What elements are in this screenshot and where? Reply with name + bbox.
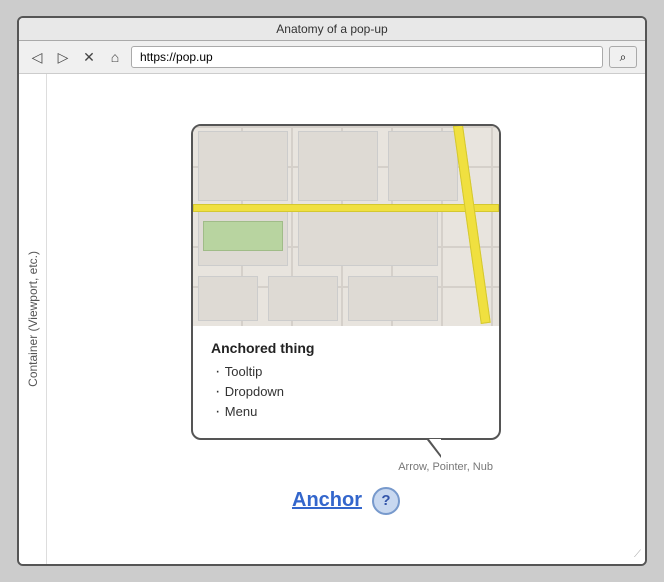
home-button[interactable]: ⌂ bbox=[105, 47, 125, 67]
map-block-1 bbox=[198, 131, 288, 201]
popup-arrow-area: Arrow, Pointer, Nub bbox=[191, 440, 501, 473]
map-block-2 bbox=[298, 131, 378, 201]
popup-box: Anchored thing Tooltip Dropdown Menu bbox=[191, 124, 501, 440]
search-button[interactable]: ⌕ bbox=[609, 46, 637, 68]
map-green-block bbox=[203, 221, 283, 251]
sidebar: Container (Viewport, etc.) bbox=[19, 74, 47, 564]
search-icon: ⌕ bbox=[620, 50, 627, 65]
resize-handle[interactable]: ⟋ bbox=[634, 549, 641, 560]
address-bar[interactable] bbox=[131, 46, 603, 68]
map-yellow-road-diagonal bbox=[453, 126, 491, 324]
map-block-8 bbox=[348, 276, 438, 321]
close-icon: ✕ bbox=[83, 49, 95, 66]
list-item: Tooltip bbox=[215, 362, 481, 382]
popup-content: Anchored thing Tooltip Dropdown Menu bbox=[193, 326, 499, 438]
content-area: Container (Viewport, etc.) bbox=[19, 74, 645, 564]
window-title: Anatomy of a pop-up bbox=[276, 22, 387, 36]
title-bar: Anatomy of a pop-up bbox=[19, 18, 645, 41]
map-area bbox=[193, 126, 499, 326]
anchor-link[interactable]: Anchor bbox=[292, 489, 362, 512]
map-yellow-road-horizontal bbox=[193, 204, 499, 212]
close-button[interactable]: ✕ bbox=[79, 47, 99, 67]
forward-icon: ▷ bbox=[58, 49, 69, 66]
popup-container: Anchored thing Tooltip Dropdown Menu Arr… bbox=[191, 124, 501, 515]
browser-window: Anatomy of a pop-up ◁ ▷ ✕ ⌂ ⌕ Container … bbox=[17, 16, 647, 566]
list-item: Menu bbox=[215, 402, 481, 422]
anchor-row: Anchor ? bbox=[292, 487, 400, 515]
map-block-3 bbox=[388, 131, 458, 201]
popup-title: Anchored thing bbox=[211, 340, 481, 356]
popup-nub bbox=[427, 440, 441, 458]
popup-nub-inner bbox=[429, 439, 441, 455]
map-block-5 bbox=[298, 211, 438, 266]
nub-label: Arrow, Pointer, Nub bbox=[398, 461, 493, 473]
list-item: Dropdown bbox=[215, 382, 481, 402]
map-block-6 bbox=[198, 276, 258, 321]
main-content: Anchored thing Tooltip Dropdown Menu Arr… bbox=[47, 74, 645, 564]
home-icon: ⌂ bbox=[111, 49, 119, 65]
back-icon: ◁ bbox=[32, 49, 43, 66]
back-button[interactable]: ◁ bbox=[27, 47, 47, 67]
forward-button[interactable]: ▷ bbox=[53, 47, 73, 67]
help-button[interactable]: ? bbox=[372, 487, 400, 515]
help-icon: ? bbox=[381, 492, 390, 509]
nav-bar: ◁ ▷ ✕ ⌂ ⌕ bbox=[19, 41, 645, 74]
popup-list: Tooltip Dropdown Menu bbox=[211, 362, 481, 422]
sidebar-label: Container (Viewport, etc.) bbox=[26, 251, 40, 387]
map-block-7 bbox=[268, 276, 338, 321]
